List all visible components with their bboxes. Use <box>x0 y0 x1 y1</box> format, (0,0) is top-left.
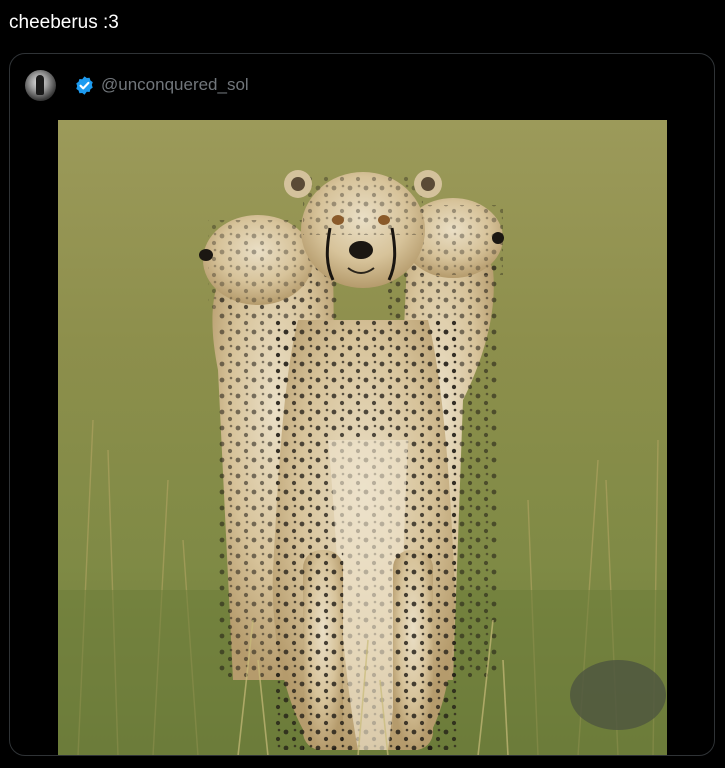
quoted-post-header: @unconquered_sol <box>25 69 249 101</box>
verified-badge-icon <box>74 75 95 96</box>
cheetah-photo[interactable] <box>58 120 667 755</box>
quoted-handle[interactable]: @unconquered_sol <box>101 75 249 95</box>
quoted-post-card[interactable]: @unconquered_sol <box>9 53 715 756</box>
avatar[interactable] <box>25 69 56 101</box>
post-text: cheeberus :3 <box>9 12 119 33</box>
